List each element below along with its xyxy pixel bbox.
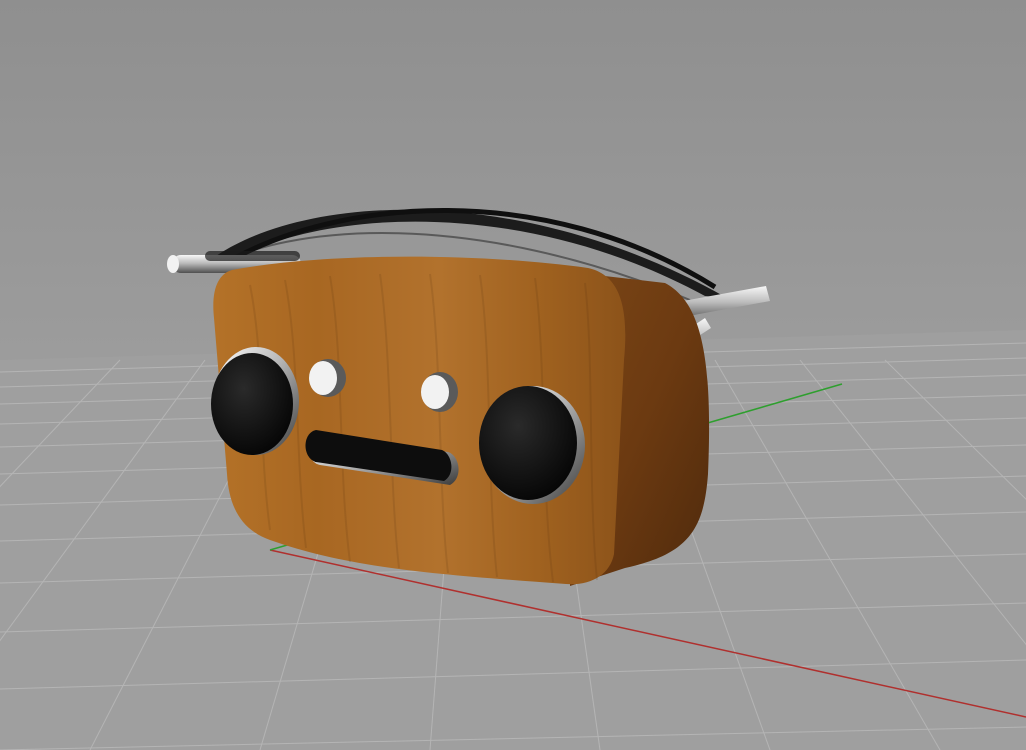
left-knob xyxy=(309,359,346,397)
radio-model[interactable] xyxy=(167,208,770,586)
scene-canvas[interactable] xyxy=(0,0,1026,750)
3d-viewport[interactable] xyxy=(0,0,1026,750)
